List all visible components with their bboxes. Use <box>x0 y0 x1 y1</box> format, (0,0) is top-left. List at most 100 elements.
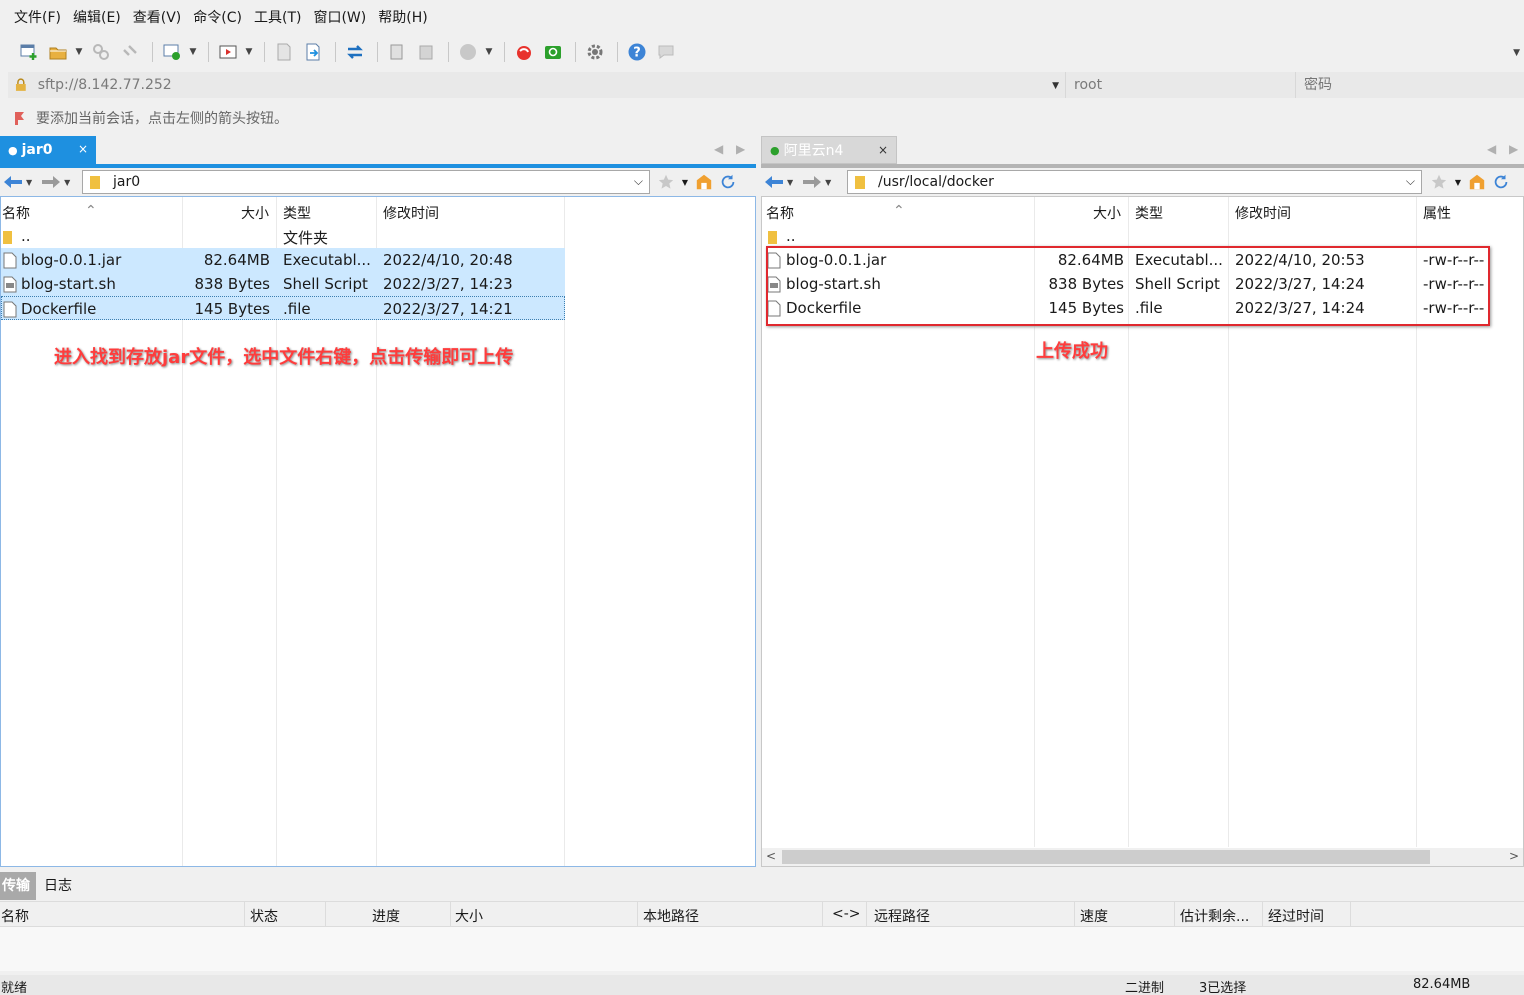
download-icon[interactable] <box>300 39 326 65</box>
col-type[interactable]: 类型 <box>1135 203 1163 223</box>
parent-folder-row[interactable]: .. 文件夹 <box>1 224 565 248</box>
col-size[interactable]: 大小 <box>1093 203 1121 223</box>
file-row[interactable]: blog-0.0.1.jar 82.64MB Executabl... 2022… <box>1 248 565 272</box>
settings-gear-icon[interactable] <box>582 39 608 65</box>
bookmark-flag-icon[interactable] <box>12 110 28 126</box>
close-icon[interactable]: × <box>78 142 88 156</box>
favorite-star-icon[interactable] <box>656 172 676 192</box>
col-size[interactable]: 大小 <box>455 906 483 926</box>
toolbar-overflow-icon[interactable]: ▼ <box>1513 48 1520 58</box>
close-icon[interactable]: × <box>878 143 888 157</box>
tab-prev-icon[interactable]: ◀ <box>1487 142 1496 156</box>
status-dropdown-icon[interactable]: ▼ <box>484 39 494 65</box>
tab-prev-icon[interactable]: ◀ <box>714 142 723 156</box>
menu-help[interactable]: 帮助(H) <box>372 4 433 32</box>
col-speed[interactable]: 速度 <box>1080 906 1108 926</box>
path-dropdown-icon[interactable]: ⌵ <box>1406 174 1415 189</box>
sync-dropdown-icon[interactable]: ▼ <box>188 39 198 65</box>
col-modified[interactable]: 修改时间 <box>383 203 439 223</box>
col-modified[interactable]: 修改时间 <box>1235 203 1291 223</box>
host-field[interactable]: ▼ <box>8 72 1066 98</box>
tab-next-icon[interactable]: ▶ <box>736 142 745 156</box>
col-attributes[interactable]: 属性 <box>1423 203 1451 223</box>
open-dropdown-icon[interactable]: ▼ <box>74 39 84 65</box>
menu-window[interactable]: 窗口(W) <box>307 4 372 32</box>
menu-file[interactable]: 文件(F) <box>8 4 67 32</box>
forward-dropdown-icon[interactable]: ▼ <box>825 178 831 187</box>
host-dropdown-icon[interactable]: ▼ <box>1052 81 1059 91</box>
col-name[interactable]: 名称 <box>1 906 29 926</box>
favorite-dropdown-icon[interactable]: ▼ <box>1453 172 1463 192</box>
col-eta[interactable]: 估计剩余... <box>1180 906 1249 926</box>
xftp-icon[interactable] <box>540 39 566 65</box>
back-arrow-icon[interactable] <box>2 173 24 191</box>
local-file-list[interactable]: 名称 ⌃ 大小 类型 修改时间 .. 文件夹 blog-0.0.1.jar 82… <box>0 196 756 867</box>
scroll-thumb[interactable] <box>782 850 1430 864</box>
upload-icon[interactable] <box>271 39 297 65</box>
password-field[interactable] <box>1296 72 1522 98</box>
menu-tools[interactable]: 工具(T) <box>248 4 307 32</box>
favorite-star-icon[interactable] <box>1429 172 1449 192</box>
col-elapsed[interactable]: 经过时间 <box>1268 906 1324 926</box>
menu-view[interactable]: 查看(V) <box>127 4 188 32</box>
menu-command[interactable]: 命令(C) <box>187 4 248 32</box>
open-folder-icon[interactable] <box>45 39 71 65</box>
back-dropdown-icon[interactable]: ▼ <box>787 178 793 187</box>
file-row[interactable]: blog-start.sh 838 Bytes Shell Script 202… <box>1 272 565 296</box>
home-folder-icon[interactable] <box>694 172 714 192</box>
col-size[interactable]: 大小 <box>241 203 269 223</box>
username-field[interactable] <box>1066 72 1296 98</box>
help-icon[interactable]: ? <box>624 39 650 65</box>
paste-icon[interactable] <box>413 39 439 65</box>
col-direction[interactable]: <-> <box>832 906 861 922</box>
chat-icon[interactable] <box>653 39 679 65</box>
forward-dropdown-icon[interactable]: ▼ <box>64 178 70 187</box>
transfer-list[interactable] <box>0 927 1524 971</box>
forward-arrow-icon[interactable] <box>40 173 62 191</box>
status-circle-icon[interactable] <box>455 39 481 65</box>
host-input[interactable] <box>37 77 1065 93</box>
new-session-icon[interactable] <box>16 39 42 65</box>
back-arrow-icon[interactable] <box>763 173 785 191</box>
forward-arrow-icon[interactable] <box>801 173 823 191</box>
back-dropdown-icon[interactable]: ▼ <box>26 178 32 187</box>
local-path-field[interactable]: jar0 ⌵ <box>82 170 650 194</box>
col-type[interactable]: 类型 <box>283 203 311 223</box>
tab-transfer[interactable]: 传输 <box>0 872 36 900</box>
password-input[interactable] <box>1304 77 1522 93</box>
copy-icon[interactable] <box>384 39 410 65</box>
terminal-icon[interactable] <box>215 39 241 65</box>
xshell-icon[interactable] <box>511 39 537 65</box>
favorite-dropdown-icon[interactable]: ▼ <box>680 172 690 192</box>
col-name[interactable]: 名称 <box>766 203 794 223</box>
transfer-icon[interactable] <box>342 39 368 65</box>
home-folder-icon[interactable] <box>1467 172 1487 192</box>
remote-file-list[interactable]: 名称 ⌃ 大小 类型 修改时间 属性 .. blog-0.0.1.jar 82.… <box>761 196 1524 867</box>
refresh-icon[interactable] <box>1491 172 1511 192</box>
col-status[interactable]: 状态 <box>250 906 278 926</box>
remote-path-field[interactable]: /usr/local/docker ⌵ <box>847 170 1422 194</box>
sync-browse-icon[interactable] <box>159 39 185 65</box>
terminal-dropdown-icon[interactable]: ▼ <box>244 39 254 65</box>
connected-dot-icon: ● <box>770 143 780 157</box>
path-dropdown-icon[interactable]: ⌵ <box>634 174 643 189</box>
file-row[interactable]: Dockerfile 145 Bytes .file 2022/3/27, 14… <box>1 296 565 320</box>
scroll-right-icon[interactable]: > <box>1509 849 1519 863</box>
col-local-path[interactable]: 本地路径 <box>643 906 699 926</box>
parent-folder-row[interactable]: .. <box>762 224 1523 248</box>
scroll-left-icon[interactable]: < <box>766 849 776 863</box>
refresh-icon[interactable] <box>718 172 738 192</box>
col-remote-path[interactable]: 远程路径 <box>874 906 930 926</box>
connect-icon[interactable] <box>88 39 114 65</box>
menu-edit[interactable]: 编辑(E) <box>67 4 127 32</box>
disconnect-icon[interactable] <box>117 39 143 65</box>
horizontal-scrollbar[interactable]: < > <box>762 848 1523 866</box>
col-progress[interactable]: 进度 <box>372 906 400 926</box>
tab-next-icon[interactable]: ▶ <box>1509 142 1518 156</box>
tab-local[interactable]: ● jar0 × <box>0 136 96 164</box>
username-input[interactable] <box>1074 77 1295 93</box>
col-name[interactable]: 名称 <box>2 203 30 223</box>
annotation-upload-instructions: 进入找到存放jar文件，选中文件右键，点击传输即可上传 <box>54 347 514 368</box>
tab-log[interactable]: 日志 <box>36 872 74 900</box>
tab-remote[interactable]: ● 阿里云n4 × <box>761 136 897 164</box>
